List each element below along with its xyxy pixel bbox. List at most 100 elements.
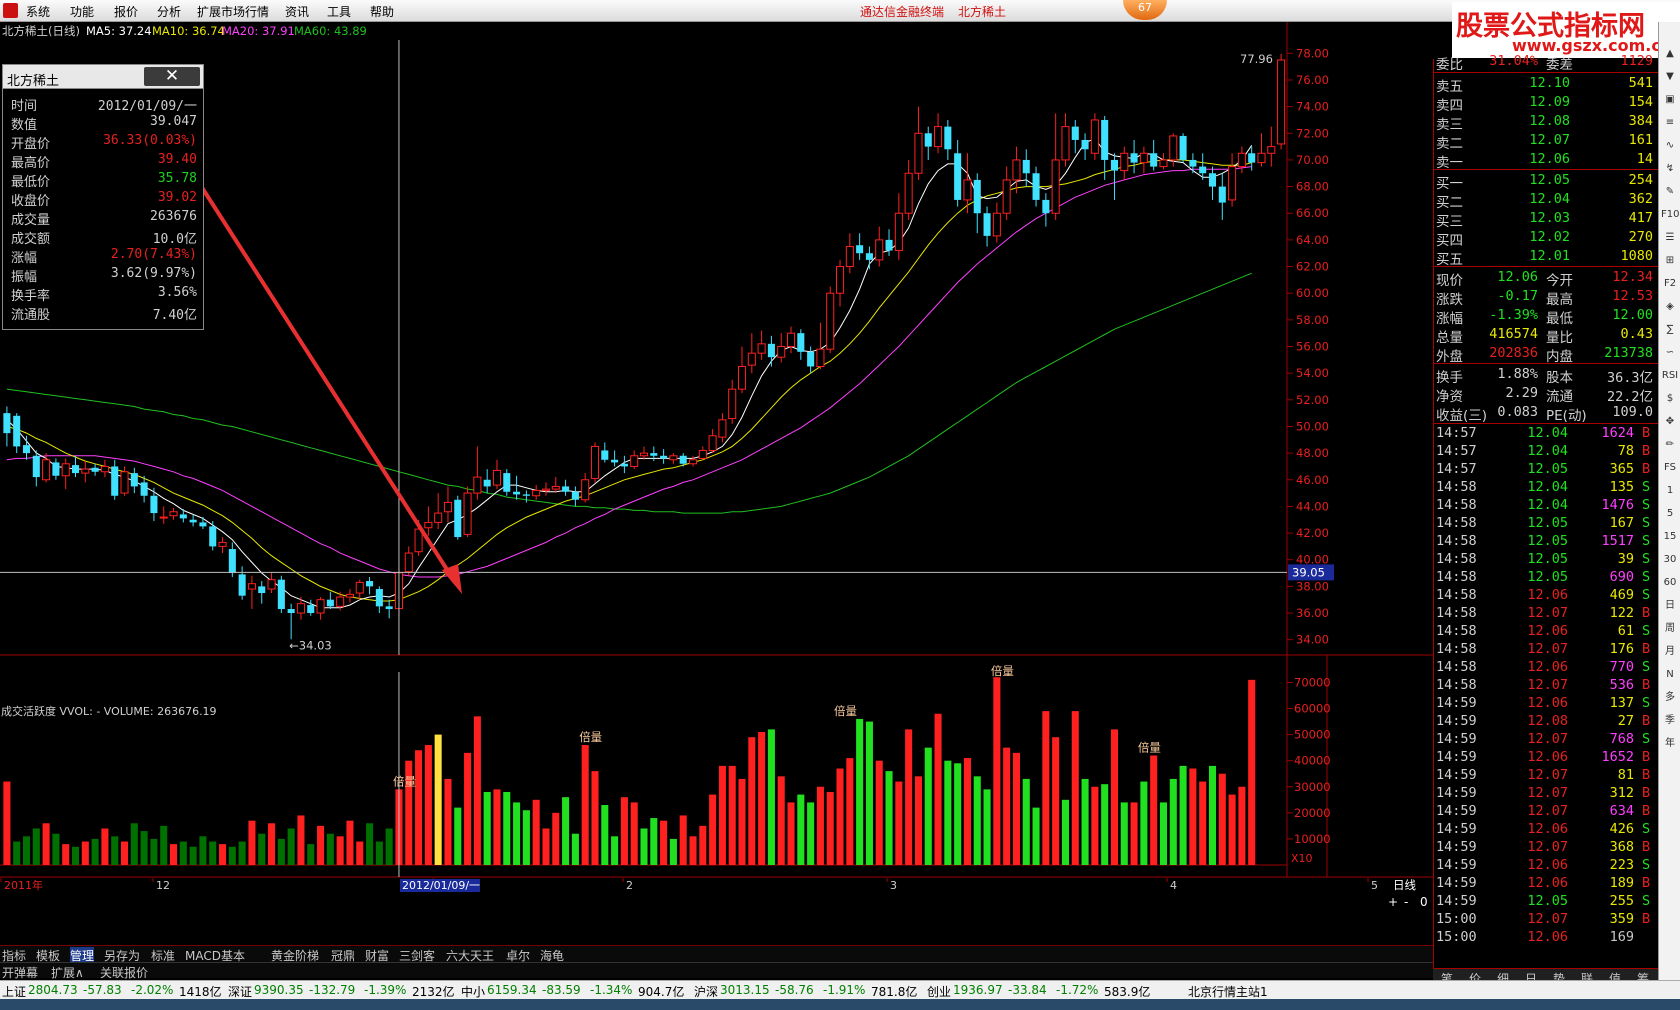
toolbar-icon[interactable]: ✏: [1661, 437, 1679, 453]
index-name: 创业: [927, 985, 952, 999]
candle-body-up: [120, 471, 129, 494]
toolbar-icon[interactable]: 30: [1661, 552, 1679, 568]
kline-chart[interactable]: 78.00 76.00 74.00 72.00 70.00 68.00 66.00 64.00…: [0, 22, 1433, 945]
tick-row: 14:59 12.08 27 B: [1434, 713, 1659, 731]
toolbar-icon[interactable]: ▼: [1661, 69, 1679, 85]
tick-row: 14:58 12.05 1517 S: [1434, 533, 1659, 551]
zoom-button-2[interactable]: 0: [1420, 895, 1428, 909]
candle-body-up: [247, 583, 256, 590]
quote-value: -1.39%: [1489, 307, 1538, 323]
tick-row: 14:59 12.07 368 B: [1434, 839, 1659, 857]
toolbar-icon[interactable]: ☰: [1661, 230, 1679, 246]
toolbar-icon[interactable]: ◈: [1661, 299, 1679, 315]
menu-system[interactable]: 系统: [26, 3, 50, 20]
menu-ext-market[interactable]: 扩展市场行情: [197, 3, 269, 20]
indicator-tab-bar: 指标 模板 管理 另存为 标准 MACD基本 黄金阶梯 冠鼎 财富 三剑客 六大天王 卓尔 海龟: [0, 945, 1433, 964]
volume-bar: [787, 802, 795, 865]
extension-tab[interactable]: 开弹幕: [2, 964, 38, 981]
menu-function[interactable]: 功能: [70, 3, 94, 20]
quote-value-2: 0.43: [1620, 326, 1653, 342]
zoom-button-1[interactable]: -: [1404, 895, 1408, 909]
app-logo-icon[interactable]: [3, 3, 18, 18]
toolbar-icon[interactable]: F10: [1661, 207, 1679, 223]
volume-bar: [424, 745, 432, 865]
toolbar-icon[interactable]: 15: [1661, 529, 1679, 545]
price-tick-label: 66.00: [1296, 206, 1329, 220]
zoom-button-0[interactable]: +: [1388, 895, 1398, 909]
extension-tab[interactable]: 扩展∧: [51, 964, 84, 981]
extension-tab[interactable]: 关联报价: [100, 964, 148, 981]
tick-price: 12.07: [1527, 731, 1568, 747]
bid-price: 12.05: [1529, 172, 1570, 188]
toolbar-icon[interactable]: ✎: [1661, 184, 1679, 200]
toolbar-icon[interactable]: ≡: [1661, 115, 1679, 131]
toolbar-icon[interactable]: ⊞: [1661, 253, 1679, 269]
tick-flag: S: [1642, 569, 1651, 585]
volume-bar: [826, 791, 834, 865]
toolbar-icon[interactable]: ✥: [1661, 414, 1679, 430]
toolbar-icon[interactable]: ∽: [1661, 345, 1679, 361]
bid-label: 买二: [1436, 195, 1463, 211]
candle-body-up: [914, 132, 923, 174]
toolbar-icon[interactable]: 1: [1661, 483, 1679, 499]
order-ratio-row: 委比 31.04% 委差 1129: [1434, 53, 1659, 73]
price-tick-label: 74.00: [1296, 100, 1329, 114]
info-row: 开盘价 36.33(0.03%): [3, 131, 203, 152]
menu-news[interactable]: 资讯: [285, 3, 309, 20]
close-icon[interactable]: ✕: [144, 67, 200, 86]
volume-bar: [199, 836, 207, 865]
quote-value-2: 213738: [1604, 345, 1653, 361]
menu-tools[interactable]: 工具: [327, 3, 351, 20]
toolbar-icon[interactable]: 年: [1661, 736, 1679, 752]
toolbar-icon[interactable]: 月: [1661, 644, 1679, 660]
volume-label-beiliang: 倍量: [991, 664, 1014, 678]
toolbar-icon[interactable]: ∑: [1661, 322, 1679, 338]
tick-row: 14:58 12.07 536 B: [1434, 677, 1659, 695]
info-popup-header[interactable]: 北方稀土 ✕: [3, 65, 203, 89]
toolbar-icon[interactable]: 60: [1661, 575, 1679, 591]
notification-badge[interactable]: 67: [1123, 0, 1167, 20]
toolbar-icon[interactable]: 日: [1661, 598, 1679, 614]
toolbar-icon[interactable]: 周: [1661, 621, 1679, 637]
toolbar-icon[interactable]: 5: [1661, 506, 1679, 522]
tick-price: 12.05: [1527, 893, 1568, 909]
volume-bar: [905, 729, 913, 865]
candle-body-down: [22, 445, 31, 454]
extension-tab-bar: 开弹幕 扩展∧ 关联报价: [0, 962, 1433, 981]
candle-body-down: [258, 586, 266, 594]
toolbar-icon[interactable]: ↯: [1661, 161, 1679, 177]
menu-analysis[interactable]: 分析: [157, 3, 181, 20]
candle-body-down: [111, 466, 119, 496]
toolbar-icon[interactable]: FS: [1661, 460, 1679, 476]
toolbar-icon[interactable]: $: [1661, 391, 1679, 407]
tick-flag: B: [1642, 803, 1651, 819]
menu-quote[interactable]: 报价: [114, 3, 138, 20]
volume-bar: [1052, 737, 1060, 865]
toolbar-icon[interactable]: 多: [1661, 690, 1679, 706]
tick-volume: 770: [1609, 659, 1634, 675]
volume-bar: [718, 765, 726, 865]
toolbar-icon[interactable]: ▲: [1661, 46, 1679, 62]
toolbar-icon[interactable]: RSI: [1661, 368, 1679, 384]
bid-label: 买五: [1436, 252, 1463, 268]
info-row: 最低价 35.78: [3, 169, 203, 190]
price-tick-label: 78.00: [1296, 46, 1329, 60]
tick-time: 14:58: [1436, 533, 1477, 549]
toolbar-icon[interactable]: ▣: [1661, 92, 1679, 108]
price-tick-label: 46.00: [1296, 473, 1329, 487]
candle-body-down: [150, 495, 158, 514]
toolbar-icon[interactable]: ∿: [1661, 138, 1679, 154]
toolbar-icon[interactable]: 季: [1661, 713, 1679, 729]
toolbar-icon[interactable]: F2: [1661, 276, 1679, 292]
ad-text[interactable]: 通达信金融终端: [860, 3, 944, 20]
fund-label: 换手: [1436, 370, 1463, 386]
toolbar-icon[interactable]: N: [1661, 667, 1679, 683]
quote-label: 现价: [1436, 273, 1463, 289]
candle-body-up: [747, 352, 756, 366]
ask-row: 卖五 12.10 541: [1434, 75, 1659, 95]
candle-body-down: [91, 467, 99, 472]
volume-bar: [336, 836, 344, 865]
info-popup[interactable]: 北方稀土 ✕ 时间 2012/01/09/一 数值 39.047 开盘价 36.33(0.…: [2, 64, 204, 330]
candle-body-up: [581, 479, 590, 501]
menu-help[interactable]: 帮助: [370, 3, 394, 20]
